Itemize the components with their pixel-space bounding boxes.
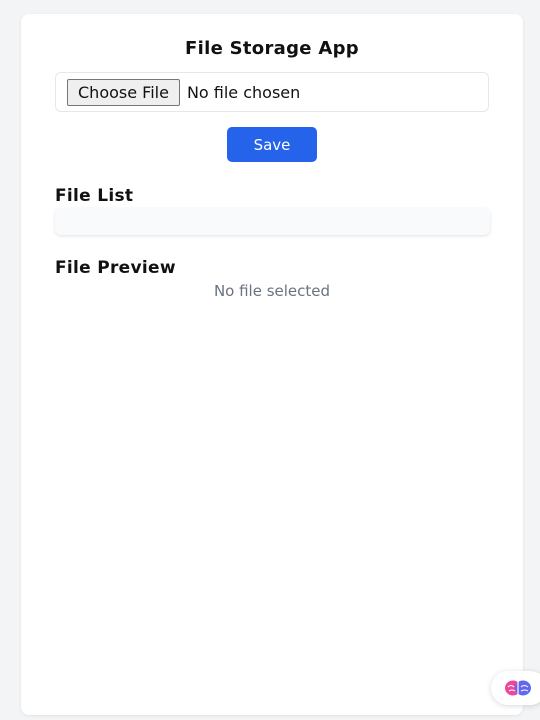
file-list — [55, 208, 490, 235]
save-button[interactable]: Save — [227, 127, 317, 162]
brain-icon — [505, 680, 531, 696]
file-input[interactable]: Choose File No file chosen — [55, 72, 489, 112]
app-card: File Storage App Choose File No file cho… — [21, 14, 523, 715]
file-preview-empty-text: No file selected — [213, 282, 331, 300]
file-input-status: No file chosen — [186, 82, 301, 102]
choose-file-button[interactable]: Choose File — [67, 78, 180, 106]
assistant-button[interactable] — [491, 671, 540, 705]
file-preview-heading: File Preview — [55, 258, 176, 278]
app-title: File Storage App — [185, 38, 359, 59]
file-list-heading: File List — [55, 186, 134, 206]
